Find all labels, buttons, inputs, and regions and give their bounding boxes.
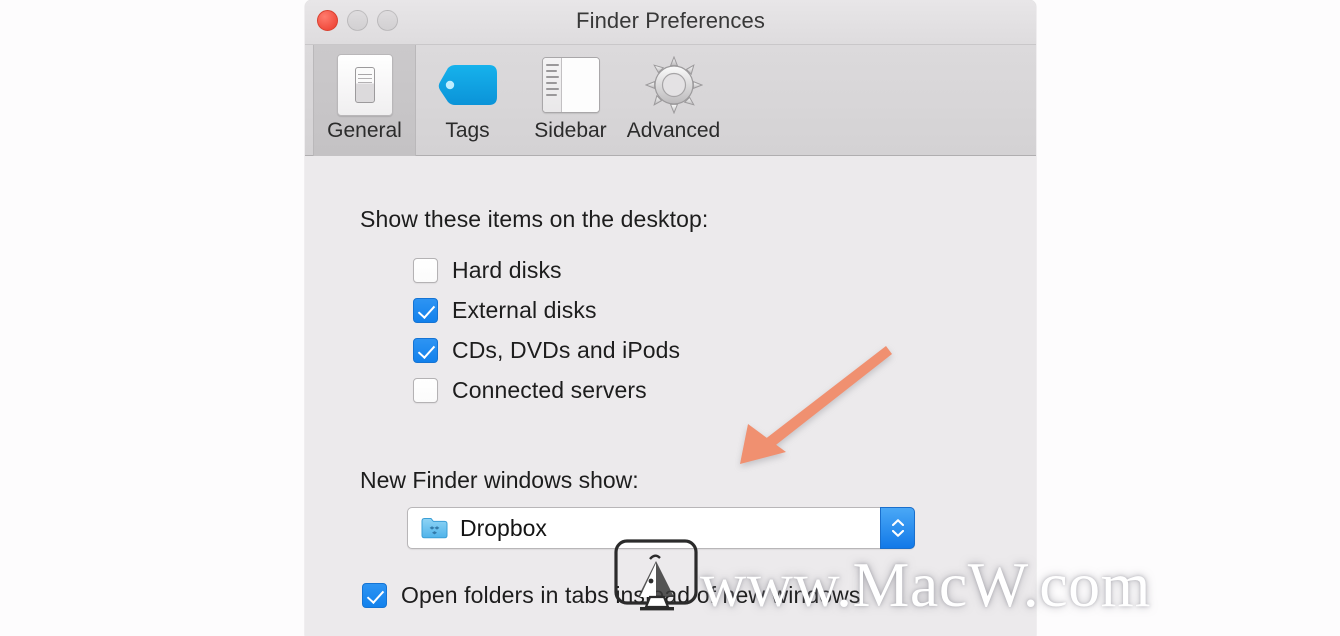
preferences-toolbar: General Tags Sidebar Advanced <box>305 45 1036 156</box>
checkbox-external-disks[interactable] <box>413 297 438 323</box>
gear-icon <box>644 54 703 116</box>
chevron-up-icon <box>891 519 904 526</box>
checkbox-cds-dvds-ipods-label: CDs, DVDs and iPods <box>452 336 681 363</box>
checkbox-connected-servers-label: Connected servers <box>452 376 647 403</box>
checkbox-open-folders-in-tabs[interactable] <box>362 583 387 608</box>
checkbox-connected-servers[interactable] <box>413 377 438 403</box>
screenshot-root: Finder Preferences General Tags Sidebar … <box>0 0 1340 636</box>
checkbox-row-open-folders-in-tabs[interactable]: Open folders in tabs instead of new wind… <box>362 582 1036 609</box>
window-titlebar: Finder Preferences <box>305 0 1036 45</box>
tab-general-label: General <box>327 119 402 142</box>
checkbox-external-disks-label: External disks <box>452 296 597 323</box>
checkbox-open-folders-in-tabs-label: Open folders in tabs instead of new wind… <box>401 582 861 608</box>
popup-selected-value: Dropbox <box>460 514 547 541</box>
dropbox-folder-icon <box>421 517 448 539</box>
tab-tags[interactable]: Tags <box>416 45 519 156</box>
desktop-items-checkbox-group: Hard disks External disks CDs, DVDs and … <box>360 250 1036 410</box>
general-pane: Show these items on the desktop: Hard di… <box>305 156 1036 636</box>
desktop-items-label: Show these items on the desktop: <box>360 206 709 232</box>
checkbox-cds-dvds-ipods[interactable] <box>413 337 438 363</box>
popup-selected-value-container: Dropbox <box>408 515 547 542</box>
tab-advanced-label: Advanced <box>626 119 721 142</box>
tab-tags-label: Tags <box>445 119 490 142</box>
checkbox-hard-disks[interactable] <box>413 257 438 283</box>
general-switch-icon <box>336 54 393 116</box>
tag-icon <box>437 54 499 116</box>
tab-sidebar[interactable]: Sidebar <box>519 45 622 156</box>
checkbox-row-hard-disks[interactable]: Hard disks <box>413 250 1036 290</box>
new-finder-windows-popup-button[interactable]: Dropbox <box>407 507 915 549</box>
checkbox-row-external-disks[interactable]: External disks <box>413 290 1036 330</box>
chevron-down-icon <box>891 530 904 537</box>
checkbox-hard-disks-label: Hard disks <box>452 256 562 283</box>
finder-preferences-window: Finder Preferences General Tags Sidebar … <box>305 0 1036 636</box>
popup-stepper-arrows[interactable] <box>880 507 915 549</box>
checkbox-row-connected-servers[interactable]: Connected servers <box>413 370 1036 410</box>
sidebar-window-icon <box>541 54 600 116</box>
tab-sidebar-label: Sidebar <box>534 119 607 142</box>
tab-general[interactable]: General <box>313 45 416 156</box>
tab-advanced[interactable]: Advanced <box>622 45 725 156</box>
window-title: Finder Preferences <box>576 8 765 33</box>
checkbox-row-cds-dvds-ipods[interactable]: CDs, DVDs and iPods <box>413 330 1036 370</box>
new-finder-windows-label: New Finder windows show: <box>360 467 639 493</box>
